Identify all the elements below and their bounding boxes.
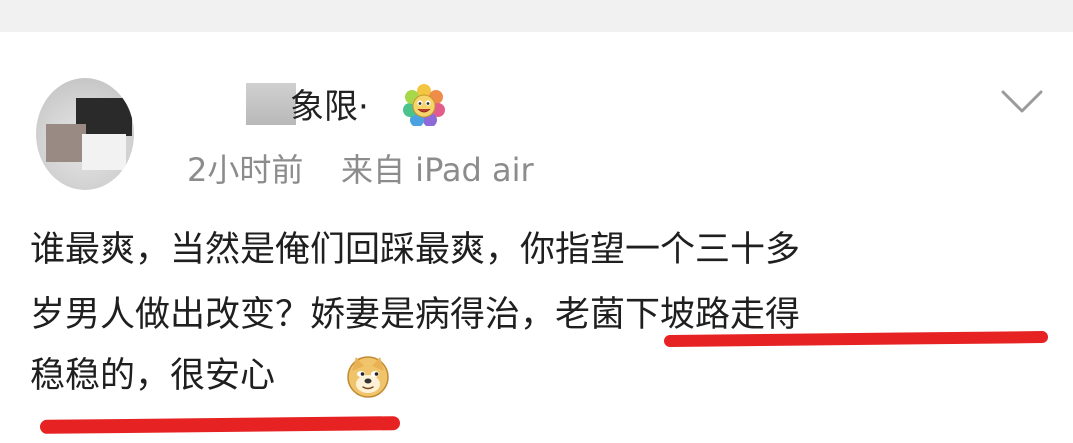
feed-gap bbox=[0, 0, 1073, 32]
name-redaction bbox=[246, 83, 296, 125]
avatar-blur-block bbox=[82, 134, 126, 170]
sunflower-face-icon bbox=[403, 84, 445, 126]
chevron-down-icon[interactable] bbox=[1000, 88, 1044, 116]
post-text-line: 谁最爽，当然是俺们回踩最爽，你指望一个三十多 bbox=[30, 230, 801, 270]
avatar-blur-block bbox=[46, 124, 86, 162]
post-text-line: 稳稳的，很安心 bbox=[30, 356, 276, 396]
post-time: 2小时前 bbox=[187, 151, 304, 189]
post-source: 来自 iPad air bbox=[341, 151, 534, 189]
username[interactable]: 象限· bbox=[290, 84, 369, 130]
avatar[interactable] bbox=[36, 78, 134, 190]
doge-icon bbox=[347, 356, 389, 398]
